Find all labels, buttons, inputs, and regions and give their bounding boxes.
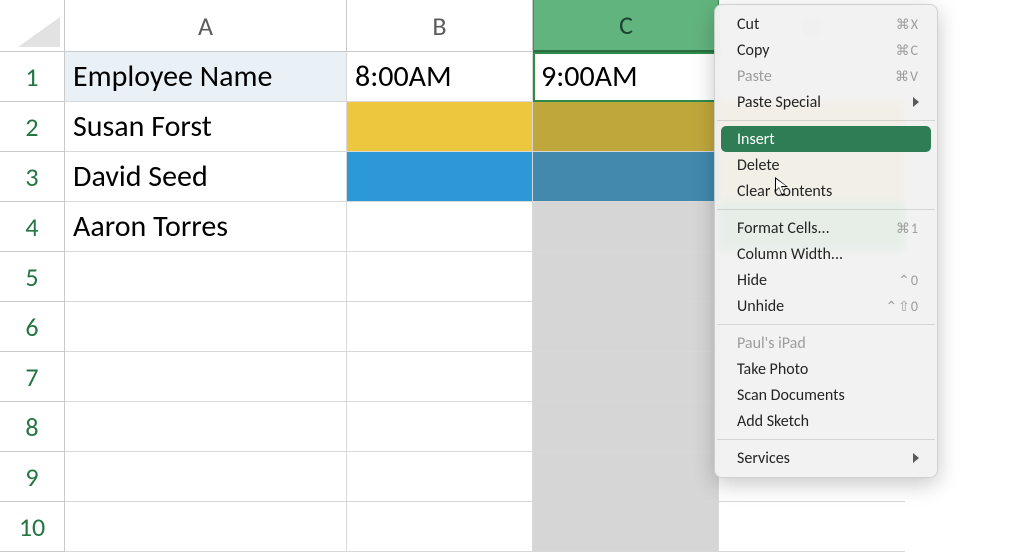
cell-a3[interactable]: David Seed <box>65 152 347 202</box>
cell-b8[interactable] <box>347 402 533 452</box>
cell-b5[interactable] <box>347 252 533 302</box>
cell-a2[interactable]: Susan Forst <box>65 102 347 152</box>
menu-shortcut: ⌘C <box>896 42 919 59</box>
row-headers: 1 2 3 4 5 6 7 8 9 10 <box>0 52 65 552</box>
menu-item-take-photo[interactable]: Take Photo <box>715 356 937 382</box>
menu-shortcut: ⌃⇧0 <box>885 298 919 315</box>
cell-c9[interactable] <box>533 452 719 502</box>
menu-label: Paste Special <box>737 93 821 112</box>
menu-label: Scan Documents <box>737 386 845 405</box>
cell-a6[interactable] <box>65 302 347 352</box>
menu-item-add-sketch[interactable]: Add Sketch <box>715 408 937 434</box>
menu-item-hide[interactable]: Hide ⌃0 <box>715 267 937 293</box>
row-header-6[interactable]: 6 <box>0 302 65 352</box>
row-header-3[interactable]: 3 <box>0 152 65 202</box>
column-header-b[interactable]: B <box>347 0 533 52</box>
cell-b4[interactable] <box>347 202 533 252</box>
menu-label: Insert <box>737 130 775 149</box>
cell-c6[interactable] <box>533 302 719 352</box>
menu-item-paste: Paste ⌘V <box>715 63 937 89</box>
menu-shortcut: ⌘X <box>896 16 919 33</box>
menu-label: Column Width... <box>737 245 843 264</box>
column-header-c[interactable]: C <box>533 0 719 52</box>
menu-label: Take Photo <box>737 360 808 379</box>
menu-shortcut: ⌃0 <box>898 272 919 289</box>
row-header-5[interactable]: 5 <box>0 252 65 302</box>
cell-d10[interactable] <box>719 502 905 552</box>
cell-a1[interactable]: Employee Name <box>65 52 347 102</box>
menu-item-cut[interactable]: Cut ⌘X <box>715 11 937 37</box>
menu-item-delete[interactable]: Delete <box>715 152 937 178</box>
menu-shortcut: ⌘1 <box>896 220 919 237</box>
cell-a4[interactable]: Aaron Torres <box>65 202 347 252</box>
context-menu: Cut ⌘X Copy ⌘C Paste ⌘V Paste Special In… <box>714 4 938 478</box>
select-all-corner[interactable] <box>0 0 65 52</box>
menu-item-copy[interactable]: Copy ⌘C <box>715 37 937 63</box>
cell-b1[interactable]: 8:00AM <box>347 52 533 102</box>
cell-b3[interactable] <box>347 152 533 202</box>
chevron-right-icon <box>913 97 919 107</box>
cell-b9[interactable] <box>347 452 533 502</box>
menu-separator <box>717 120 935 121</box>
row-header-10[interactable]: 10 <box>0 502 65 552</box>
row-header-9[interactable]: 9 <box>0 452 65 502</box>
cell-c10[interactable] <box>533 502 719 552</box>
cell-c5[interactable] <box>533 252 719 302</box>
chevron-right-icon <box>913 453 919 463</box>
menu-item-paste-special[interactable]: Paste Special <box>715 89 937 115</box>
cell-a9[interactable] <box>65 452 347 502</box>
menu-item-insert[interactable]: Insert <box>721 126 931 152</box>
menu-item-clear-contents[interactable]: Clear Contents <box>715 178 937 204</box>
cell-a8[interactable] <box>65 402 347 452</box>
menu-label: Paul's iPad <box>737 334 806 353</box>
menu-item-format-cells[interactable]: Format Cells... ⌘1 <box>715 215 937 241</box>
menu-item-device-header: Paul's iPad <box>715 330 937 356</box>
menu-item-unhide[interactable]: Unhide ⌃⇧0 <box>715 293 937 319</box>
cell-c2[interactable] <box>533 102 719 152</box>
cell-b7[interactable] <box>347 352 533 402</box>
menu-label: Copy <box>737 41 770 60</box>
cell-c7[interactable] <box>533 352 719 402</box>
menu-label: Paste <box>737 67 772 86</box>
spreadsheet: A B C D 1 2 3 4 5 6 7 8 9 10 Employee Na… <box>0 0 1024 558</box>
menu-separator <box>717 209 935 210</box>
cell-a5[interactable] <box>65 252 347 302</box>
row-header-4[interactable]: 4 <box>0 202 65 252</box>
menu-shortcut: ⌘V <box>895 68 919 85</box>
row-header-2[interactable]: 2 <box>0 102 65 152</box>
menu-label: Unhide <box>737 297 784 316</box>
cell-c4[interactable] <box>533 202 719 252</box>
menu-label: Cut <box>737 15 759 34</box>
select-all-triangle-icon <box>18 17 60 47</box>
menu-label: Delete <box>737 156 780 175</box>
column-header-a[interactable]: A <box>65 0 347 52</box>
cell-b6[interactable] <box>347 302 533 352</box>
cell-b10[interactable] <box>347 502 533 552</box>
row-header-8[interactable]: 8 <box>0 402 65 452</box>
cell-c3[interactable] <box>533 152 719 202</box>
menu-label: Services <box>737 449 790 468</box>
cell-a7[interactable] <box>65 352 347 402</box>
menu-separator <box>717 439 935 440</box>
row-header-7[interactable]: 7 <box>0 352 65 402</box>
menu-separator <box>717 324 935 325</box>
menu-label: Clear Contents <box>737 182 832 201</box>
cell-a10[interactable] <box>65 502 347 552</box>
menu-item-services[interactable]: Services <box>715 445 937 471</box>
menu-label: Format Cells... <box>737 219 830 238</box>
row-header-1[interactable]: 1 <box>0 52 65 102</box>
menu-item-scan-documents[interactable]: Scan Documents <box>715 382 937 408</box>
menu-label: Hide <box>737 271 767 290</box>
cell-b2[interactable] <box>347 102 533 152</box>
cell-c8[interactable] <box>533 402 719 452</box>
menu-item-column-width[interactable]: Column Width... <box>715 241 937 267</box>
cell-c1[interactable]: 9:00AM <box>533 52 719 102</box>
menu-label: Add Sketch <box>737 412 809 431</box>
row-10 <box>65 502 905 552</box>
